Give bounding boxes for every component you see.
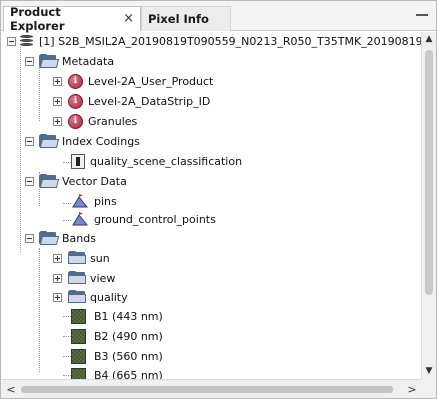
index-coding-label: quality_scene_classification (90, 155, 243, 168)
scroll-down-icon[interactable]: ▼ (422, 364, 436, 379)
index-coding-icon (71, 154, 85, 169)
collapse-toggle[interactable] (25, 137, 34, 146)
tree-node-band[interactable]: B4 (665 nm) (1, 366, 421, 379)
tree-node-band[interactable]: B1 (443 nm) (1, 307, 421, 327)
folder-open-icon (39, 231, 60, 245)
metadata-item-label: Level-2A_DataStrip_ID (88, 95, 211, 108)
tree-node-metadata-item[interactable]: i Level-2A_DataStrip_ID (1, 92, 421, 112)
tree-node-band-group[interactable]: sun (1, 249, 421, 269)
product-tree: [1] S2B_MSIL2A_20190819T090559_N0213_R05… (1, 32, 422, 379)
tree-node-bands[interactable]: Bands (1, 229, 421, 249)
band-group-label: sun (90, 252, 110, 265)
band-label: B4 (665 nm) (94, 369, 163, 379)
product-explorer-window: Product Explorer × Pixel Info [1] S2B_MS… (0, 0, 437, 399)
scroll-left-icon[interactable]: < (3, 380, 19, 399)
folder-open-icon (39, 174, 60, 188)
vector-item-label: ground_control_points (94, 213, 216, 226)
folder-open-icon (39, 54, 60, 68)
tree-node-index-coding-item[interactable]: quality_scene_classification (1, 152, 421, 172)
scroll-right-icon[interactable]: > (404, 380, 420, 399)
bands-label: Bands (62, 232, 96, 245)
tab-pixel-info[interactable]: Pixel Info (141, 6, 231, 31)
horizontal-scrollbar[interactable]: < > (1, 379, 422, 398)
tree-node-metadata-item[interactable]: i Granules (1, 112, 421, 132)
collapse-toggle[interactable] (7, 37, 16, 46)
tab-product-explorer[interactable]: Product Explorer × (3, 4, 141, 33)
tree-node-vector-item[interactable]: pins (1, 192, 421, 212)
folder-icon (68, 290, 87, 304)
metadata-element-icon: i (68, 74, 83, 89)
tree-node-index-codings[interactable]: Index Codings (1, 132, 421, 152)
band-group-label: quality (90, 291, 128, 304)
expand-toggle[interactable] (53, 274, 62, 283)
expand-toggle[interactable] (53, 254, 62, 263)
collapse-toggle[interactable] (25, 234, 34, 243)
expand-toggle[interactable] (53, 97, 62, 106)
band-icon (71, 329, 86, 344)
close-icon[interactable]: × (123, 11, 134, 26)
vertical-scroll-thumb[interactable] (425, 50, 433, 295)
tree-node-product[interactable]: [1] S2B_MSIL2A_20190819T090559_N0213_R05… (1, 32, 422, 52)
vector-item-label: pins (94, 195, 117, 208)
tab-product-explorer-label: Product Explorer (10, 4, 65, 33)
folder-open-icon (39, 134, 60, 148)
band-icon (71, 309, 86, 324)
folder-icon (68, 271, 87, 285)
pin-icon (72, 212, 89, 226)
product-label: [1] S2B_MSIL2A_20190819T090559_N0213_R05… (39, 35, 422, 48)
band-group-label: view (90, 272, 116, 285)
vertical-scrollbar[interactable]: ▲ ▼ (421, 32, 436, 379)
band-label: B2 (490 nm) (94, 330, 163, 343)
scroll-up-icon[interactable]: ▲ (422, 32, 436, 47)
scrollbar-corner (421, 379, 436, 398)
index-codings-label: Index Codings (62, 135, 140, 148)
expand-toggle[interactable] (53, 77, 62, 86)
metadata-item-label: Granules (88, 115, 138, 128)
collapse-toggle[interactable] (25, 177, 34, 186)
minimize-icon[interactable] (416, 14, 428, 16)
pin-icon (72, 194, 89, 208)
folder-icon (68, 251, 87, 265)
vector-data-label: Vector Data (62, 175, 127, 188)
tree-node-band[interactable]: B2 (490 nm) (1, 327, 421, 347)
band-label: B1 (443 nm) (94, 310, 163, 323)
tree-node-vector-data[interactable]: Vector Data (1, 172, 421, 192)
tab-strip: Product Explorer × Pixel Info (1, 1, 436, 33)
horizontal-scroll-thumb[interactable] (21, 386, 393, 393)
collapse-toggle[interactable] (25, 57, 34, 66)
expand-toggle[interactable] (53, 293, 62, 302)
expand-toggle[interactable] (53, 117, 62, 126)
tree-node-band[interactable]: B3 (560 nm) (1, 347, 421, 367)
tree-node-band-group[interactable]: view (1, 269, 421, 289)
metadata-item-label: Level-2A_User_Product (88, 75, 214, 88)
product-icon (20, 35, 34, 48)
tab-pixel-info-label: Pixel Info (148, 12, 209, 26)
band-icon (71, 368, 86, 379)
metadata-element-icon: i (68, 114, 83, 129)
tree-node-vector-item[interactable]: ground_control_points (1, 210, 421, 230)
band-icon (71, 349, 86, 364)
tree-node-band-group[interactable]: quality (1, 288, 421, 308)
tree-node-metadata-item[interactable]: i Level-2A_User_Product (1, 72, 421, 92)
tree-node-metadata[interactable]: Metadata (1, 52, 421, 72)
metadata-label: Metadata (62, 55, 115, 68)
metadata-element-icon: i (68, 94, 83, 109)
band-label: B3 (560 nm) (94, 350, 163, 363)
